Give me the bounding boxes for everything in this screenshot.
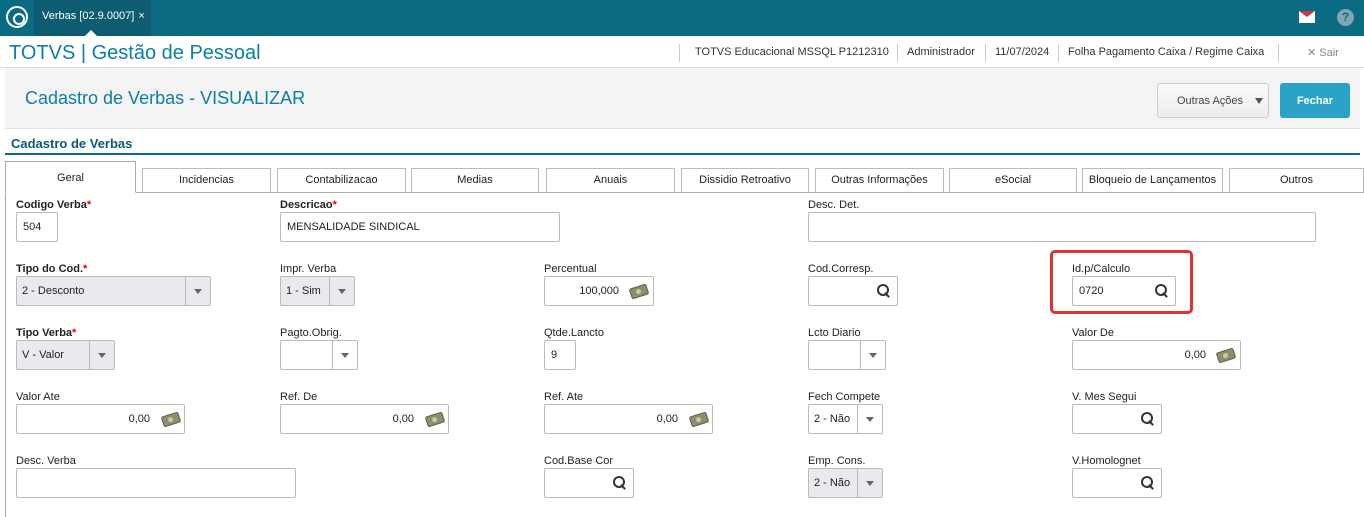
mail-icon[interactable] bbox=[1299, 11, 1315, 23]
totvs-logo-icon[interactable] bbox=[6, 6, 28, 28]
header-divider bbox=[679, 44, 680, 62]
codigo-verba-label: Codigo Verba* bbox=[16, 199, 92, 211]
search-icon[interactable] bbox=[1141, 412, 1155, 426]
descricao-field[interactable]: MENSALIDADE SINDICAL bbox=[280, 212, 560, 242]
qtde-lancto-label: Qtde.Lancto bbox=[544, 327, 604, 339]
date-label: 11/07/2024 bbox=[995, 46, 1050, 58]
impr-verba-select[interactable]: 1 - Sim bbox=[280, 276, 355, 306]
tab-esocial[interactable]: eSocial bbox=[949, 168, 1077, 192]
tabs-baseline bbox=[5, 192, 1364, 193]
fech-compete-select[interactable]: 2 - Não bbox=[808, 404, 883, 434]
emp-cons-select[interactable]: 2 - Não bbox=[808, 468, 883, 498]
chevron-down-icon bbox=[332, 341, 357, 369]
chevron-down-icon bbox=[857, 405, 882, 433]
v-homolognet-label: V.Homolognet bbox=[1072, 455, 1141, 467]
logout-label: Sair bbox=[1319, 47, 1339, 59]
tab-geral[interactable]: Geral bbox=[5, 161, 136, 193]
app-title: TOTVS | Gestão de Pessoal bbox=[9, 42, 261, 64]
qtde-lancto-field[interactable]: 9 bbox=[544, 340, 576, 370]
chevron-down-icon bbox=[857, 469, 882, 497]
tab-incidencias[interactable]: Incidencias bbox=[142, 168, 271, 192]
chevron-down-icon bbox=[329, 277, 354, 305]
content-border bbox=[5, 193, 6, 517]
user-label: Administrador bbox=[907, 46, 975, 58]
help-icon[interactable]: ? bbox=[1337, 9, 1354, 26]
pagto-obrig-label: Pagto.Obrig. bbox=[280, 327, 342, 339]
header-divider bbox=[1278, 44, 1279, 62]
page-title: Cadastro de Verbas - VISUALIZAR bbox=[25, 88, 306, 108]
tab-dissidio-retroativo[interactable]: Dissidio Retroativo bbox=[681, 168, 809, 192]
highlight-box bbox=[1050, 250, 1193, 314]
valor-de-label: Valor De bbox=[1072, 327, 1114, 339]
valor-ate-label: Valor Ate bbox=[16, 391, 60, 403]
desc-det-label: Desc. Det. bbox=[808, 199, 860, 211]
ref-ate-field[interactable]: 0,00 bbox=[544, 404, 713, 434]
desc-det-field[interactable] bbox=[808, 212, 1316, 242]
tab-anuais[interactable]: Anuais bbox=[546, 168, 675, 192]
page-title-bar: Cadastro de Verbas - VISUALIZAR Outras A… bbox=[5, 68, 1360, 129]
percentual-label: Percentual bbox=[544, 263, 597, 275]
chevron-down-icon bbox=[1255, 98, 1263, 104]
tab-bloqueio-lancamentos[interactable]: Bloqueio de Lançamentos bbox=[1082, 168, 1223, 192]
tab-medias[interactable]: Medias bbox=[411, 168, 539, 192]
tab-contabilizacao[interactable]: Contabilizacao bbox=[277, 168, 406, 192]
fech-compete-value: 2 - Não bbox=[814, 413, 851, 425]
lcto-diario-select[interactable] bbox=[808, 340, 886, 370]
tipo-cod-label: Tipo do Cod.* bbox=[16, 263, 88, 275]
environment-label: TOTVS Educacional MSSQL P1212310 bbox=[695, 46, 889, 58]
cod-base-cor-label: Cod.Base Cor bbox=[544, 455, 614, 467]
emp-cons-value: 2 - Não bbox=[814, 477, 851, 489]
impr-verba-label: Impr. Verba bbox=[280, 263, 337, 275]
logout-button[interactable]: ✕ Sair bbox=[1307, 46, 1339, 59]
tipo-verba-label: Tipo Verba* bbox=[16, 327, 77, 339]
ref-de-field[interactable]: 0,00 bbox=[280, 404, 449, 434]
chevron-down-icon bbox=[860, 341, 885, 369]
payroll-label[interactable]: Folha Pagamento Caixa / Regime Caixa bbox=[1068, 46, 1264, 58]
top-tab-bar: Verbas [02.9.0007] × ? bbox=[0, 0, 1364, 36]
ref-ate-label: Ref. Ate bbox=[544, 391, 584, 403]
tab-outras-informacoes[interactable]: Outras Informações bbox=[815, 168, 944, 192]
other-actions-button[interactable]: Outras Ações bbox=[1157, 83, 1269, 118]
header-divider bbox=[985, 44, 986, 62]
lcto-diario-label: Lcto Diario bbox=[808, 327, 861, 339]
header-divider bbox=[1058, 44, 1059, 62]
section-title: Cadastro de Verbas bbox=[11, 136, 133, 151]
tipo-cod-value: 2 - Desconto bbox=[22, 285, 85, 297]
desc-verba-field[interactable] bbox=[16, 468, 296, 498]
pagto-obrig-select[interactable] bbox=[280, 340, 358, 370]
close-button[interactable]: Fechar bbox=[1280, 83, 1350, 118]
section-divider bbox=[5, 153, 1360, 155]
tab-outros[interactable]: Outros bbox=[1229, 168, 1364, 192]
desc-verba-label: Desc. Verba bbox=[16, 455, 76, 467]
program-tab-label: Verbas [02.9.0007] bbox=[42, 10, 135, 22]
chevron-down-icon bbox=[89, 341, 114, 369]
other-actions-label: Outras Ações bbox=[1177, 94, 1244, 107]
emp-cons-label: Emp. Cons. bbox=[808, 455, 866, 467]
logout-icon: ✕ bbox=[1307, 47, 1317, 59]
v-mes-segui-label: V. Mes Segui bbox=[1072, 391, 1137, 403]
search-icon[interactable] bbox=[1141, 476, 1155, 490]
chevron-down-icon bbox=[185, 277, 210, 305]
search-icon[interactable] bbox=[613, 476, 627, 490]
search-icon[interactable] bbox=[877, 284, 891, 298]
app-header: TOTVS | Gestão de Pessoal TOTVS Educacio… bbox=[0, 36, 1364, 68]
header-divider bbox=[897, 44, 898, 62]
tipo-verba-select[interactable]: V - Valor bbox=[16, 340, 115, 370]
impr-verba-value: 1 - Sim bbox=[286, 285, 321, 297]
tipo-cod-select[interactable]: 2 - Desconto bbox=[16, 276, 211, 306]
fech-compete-label: Fech Compete bbox=[808, 391, 881, 403]
form-tabs: Geral Incidencias Contabilizacao Medias … bbox=[5, 161, 1364, 193]
valor-ate-field[interactable]: 0,00 bbox=[16, 404, 185, 434]
ref-de-label: Ref. De bbox=[280, 391, 318, 403]
tipo-verba-value: V - Valor bbox=[22, 349, 64, 361]
codigo-verba-field[interactable]: 504 bbox=[16, 212, 58, 242]
tab-close-icon[interactable]: × bbox=[138, 10, 144, 22]
descricao-label: Descricao* bbox=[280, 199, 337, 211]
cod-corresp-label: Cod.Corresp. bbox=[808, 263, 874, 275]
